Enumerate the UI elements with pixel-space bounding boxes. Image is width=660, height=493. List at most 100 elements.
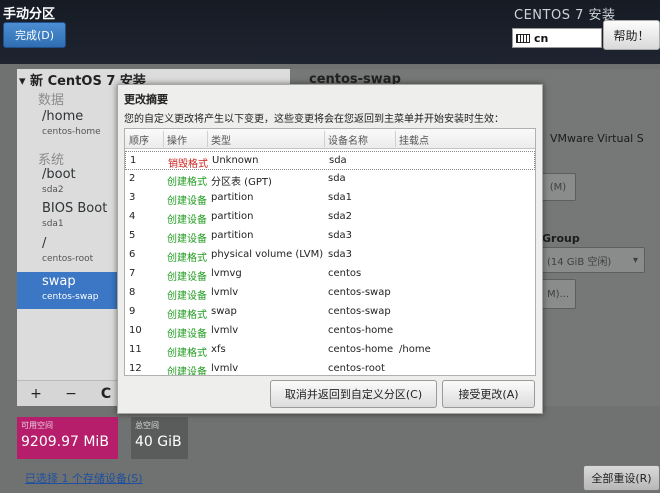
reset-all-button[interactable]: 全部重设(R): [583, 465, 660, 491]
mount-point: swap: [42, 274, 76, 289]
table-row[interactable]: 12 创建设备 lvmlv centos-root: [125, 360, 535, 375]
accept-changes-button[interactable]: 接受更改(A): [442, 380, 535, 408]
product-title: CENTOS 7 安装: [514, 8, 616, 23]
page-title: 手动分区: [3, 7, 56, 22]
mount-item-root[interactable]: / centos-root: [17, 236, 117, 270]
mount-point: /: [42, 236, 47, 251]
table-row[interactable]: 6 创建格式 physical volume (LVM) sda3: [125, 246, 535, 265]
remove-mount-button[interactable]: −: [60, 384, 82, 404]
column-divider: [395, 131, 396, 147]
cell-order: 4: [129, 211, 136, 222]
table-row[interactable]: 2 创建格式 分区表 (GPT) sda: [125, 170, 535, 189]
cell-device: centos-swap: [328, 287, 391, 298]
cell-order: 10: [129, 325, 142, 336]
cell-type: Unknown: [212, 155, 259, 166]
table-row[interactable]: 9 创建格式 swap centos-swap: [125, 303, 535, 322]
cell-order: 9: [129, 306, 136, 317]
cell-device: sda: [329, 155, 347, 166]
dropdown-arrow-icon: ▾: [632, 254, 638, 266]
total-space-tile: 总空间 40 GiB: [131, 417, 188, 459]
cell-action: 创建设备: [167, 196, 207, 207]
device-description: VMware Virtual S: [550, 132, 644, 145]
summary-of-changes-dialog: 更改摘要 您的自定义更改将产生以下变更，这些变更将会在您返回到主菜单并开始安装时…: [117, 84, 543, 414]
column-divider: [207, 131, 208, 147]
column-header-action[interactable]: 操作: [167, 132, 187, 147]
mount-item-boot[interactable]: /boot sda2: [17, 167, 117, 201]
cell-type: partition: [211, 230, 254, 241]
mount-point: BIOS Boot: [42, 201, 108, 216]
cell-device: sda2: [328, 211, 353, 222]
cell-order: 7: [129, 268, 136, 279]
device-name: sda1: [42, 219, 64, 229]
dialog-title: 更改摘要: [124, 93, 168, 106]
cell-action: 创建设备: [167, 291, 207, 302]
add-mount-button[interactable]: +: [25, 384, 47, 404]
device-name: centos-home: [42, 127, 101, 137]
cell-device: centos-home: [328, 344, 394, 355]
cell-action: 创建设备: [167, 272, 207, 283]
available-space-value: 9209.97 MiB: [21, 434, 109, 450]
table-row[interactable]: 3 创建设备 partition sda1: [125, 189, 535, 208]
total-space-value: 40 GiB: [135, 434, 182, 450]
size-field[interactable]: (M): [540, 173, 576, 201]
changes-table: 顺序 操作 类型 设备名称 挂载点 1 销毁格式 Unknown sda 2 创建格式 分区…: [124, 128, 536, 376]
refresh-button[interactable]: C: [95, 384, 117, 404]
column-header-mount[interactable]: 挂载点: [399, 132, 429, 147]
cell-type: lvmvg: [211, 268, 242, 279]
keyboard-layout-label: cn: [534, 31, 549, 45]
section-system-label: 系统: [38, 153, 65, 168]
cell-type: physical volume (LVM): [211, 249, 324, 260]
cell-action: 创建格式: [167, 310, 207, 321]
column-header-device[interactable]: 设备名称: [328, 132, 368, 147]
cell-order: 2: [129, 173, 136, 184]
total-space-label: 总空间: [135, 421, 159, 430]
cell-order: 6: [129, 249, 136, 260]
selected-storage-link[interactable]: 已选择 1 个存储设备(S): [25, 470, 143, 486]
modify-button[interactable]: M)...: [540, 279, 576, 309]
section-data-label: 数据: [38, 93, 65, 108]
table-row[interactable]: 10 创建设备 lvmlv centos-home: [125, 322, 535, 341]
cell-device: sda3: [328, 249, 353, 260]
cell-type: lvmlv: [211, 325, 239, 336]
table-row[interactable]: 7 创建设备 lvmvg centos: [125, 265, 535, 284]
column-header-type[interactable]: 类型: [211, 132, 231, 147]
device-name: centos-root: [42, 254, 94, 264]
available-space-tile: 可用空间 9209.97 MiB: [17, 417, 118, 459]
mount-point: /home: [42, 109, 84, 124]
table-row[interactable]: 5 创建设备 partition sda3: [125, 227, 535, 246]
cell-order: 3: [129, 192, 136, 203]
help-button[interactable]: 帮助！: [603, 20, 660, 50]
cell-action: 创建格式: [167, 177, 207, 188]
table-header: 顺序 操作 类型 设备名称 挂载点: [125, 129, 535, 149]
table-row[interactable]: 4 创建设备 partition sda2: [125, 208, 535, 227]
table-row[interactable]: 8 创建设备 lvmlv centos-swap: [125, 284, 535, 303]
cell-action: 创建格式: [167, 348, 207, 359]
volume-group-select[interactable]: (14 GiB 空闲) ▾: [540, 247, 645, 273]
volume-group-label: Group: [542, 232, 580, 245]
device-name: sda2: [42, 185, 64, 195]
cell-device: centos: [328, 268, 362, 279]
cell-device: centos-home: [328, 325, 394, 336]
cell-type: 分区表 (GPT): [211, 177, 272, 188]
dialog-message: 您的自定义更改将产生以下变更，这些变更将会在您返回到主菜单并开始安装时生效：: [124, 114, 504, 125]
table-row[interactable]: 1 销毁格式 Unknown sda: [125, 151, 535, 170]
done-button[interactable]: 完成(D): [3, 22, 66, 48]
keyboard-layout-indicator[interactable]: cn: [512, 28, 602, 48]
cell-action: 创建格式: [167, 253, 207, 264]
cell-order: 8: [129, 287, 136, 298]
cell-order: 5: [129, 230, 136, 241]
cell-order: 12: [129, 363, 142, 374]
keyboard-icon: [516, 33, 530, 43]
mount-item-bios-boot[interactable]: BIOS Boot sda1: [17, 201, 117, 235]
mount-item-home[interactable]: /home centos-home: [17, 109, 117, 143]
cell-device: sda: [328, 173, 346, 184]
mount-item-swap[interactable]: swap centos-swap: [17, 272, 117, 309]
table-row[interactable]: 11 创建格式 xfs centos-home/home: [125, 341, 535, 360]
volume-group-value: (14 GiB 空闲): [547, 256, 612, 268]
cell-device: centos-swap: [328, 306, 391, 317]
cell-action: 创建设备: [167, 329, 207, 340]
cell-action: 创建设备: [167, 215, 207, 226]
device-name: centos-swap: [42, 292, 99, 302]
column-header-order[interactable]: 顺序: [129, 132, 149, 147]
cancel-return-button[interactable]: 取消并返回到自定义分区(C): [270, 380, 437, 408]
